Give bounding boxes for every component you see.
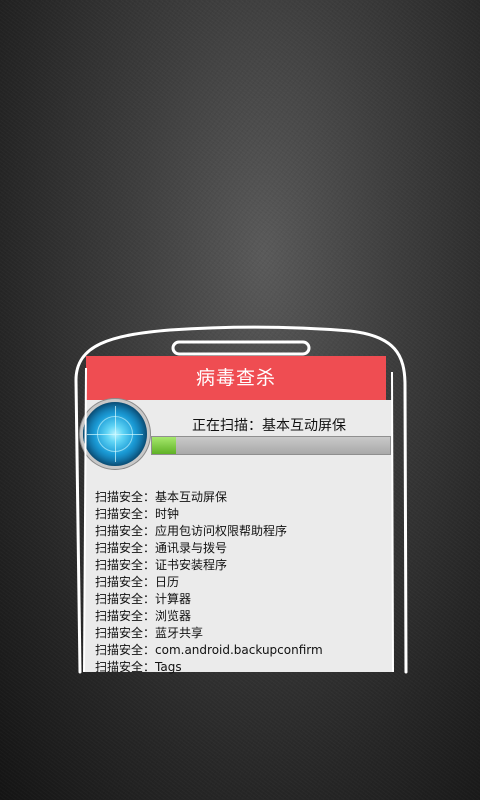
- phone-frame-outline: [74, 325, 408, 674]
